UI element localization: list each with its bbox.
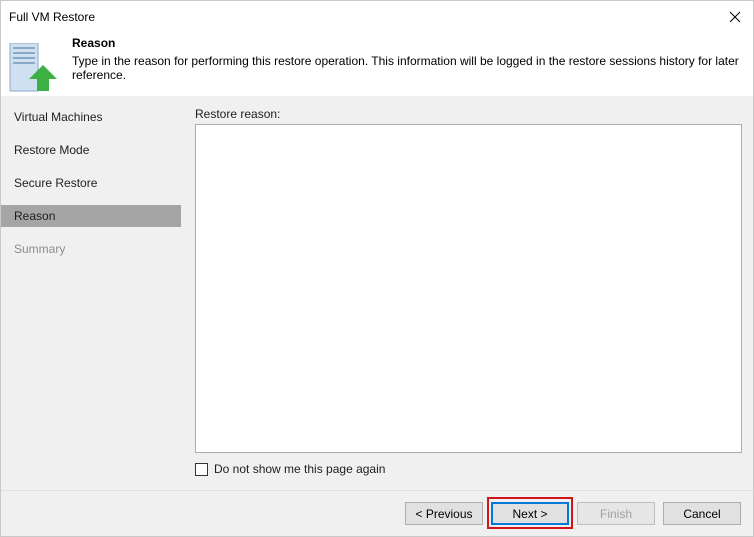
next-button[interactable]: Next >	[491, 502, 569, 525]
wizard-footer: < Previous Next > Finish Cancel	[1, 490, 753, 536]
step-summary: Summary	[14, 242, 66, 256]
close-button[interactable]	[717, 1, 753, 32]
restore-reason-textarea[interactable]	[195, 124, 742, 453]
cancel-button[interactable]: Cancel	[663, 502, 741, 525]
restore-wizard-window: Full VM Restore Reason Type in the reaso…	[0, 0, 754, 537]
reason-panel: Restore reason: Do not show me this page…	[182, 96, 753, 490]
window-title: Full VM Restore	[9, 10, 96, 24]
restore-vm-icon	[9, 43, 57, 92]
page-description: Type in the reason for performing this r…	[72, 54, 739, 82]
step-virtual-machines[interactable]: Virtual Machines	[1, 106, 181, 128]
wizard-steps-sidebar: Virtual Machines Restore Mode Secure Res…	[1, 96, 181, 490]
step-secure-restore[interactable]: Secure Restore	[1, 172, 181, 194]
step-reason[interactable]: Reason	[1, 205, 181, 227]
step-restore-mode[interactable]: Restore Mode	[1, 139, 181, 161]
close-icon	[729, 11, 741, 22]
page-title: Reason	[72, 36, 116, 50]
do-not-show-row[interactable]: Do not show me this page again	[195, 461, 385, 477]
finish-button: Finish	[577, 502, 655, 525]
restore-reason-label: Restore reason:	[195, 107, 281, 121]
wizard-body: Virtual Machines Restore Mode Secure Res…	[1, 96, 753, 490]
do-not-show-checkbox[interactable]	[195, 462, 208, 476]
title-bar: Full VM Restore	[1, 1, 753, 32]
wizard-header: Reason Type in the reason for performing…	[1, 32, 753, 96]
do-not-show-label[interactable]: Do not show me this page again	[214, 462, 385, 476]
previous-button[interactable]: < Previous	[405, 502, 483, 525]
